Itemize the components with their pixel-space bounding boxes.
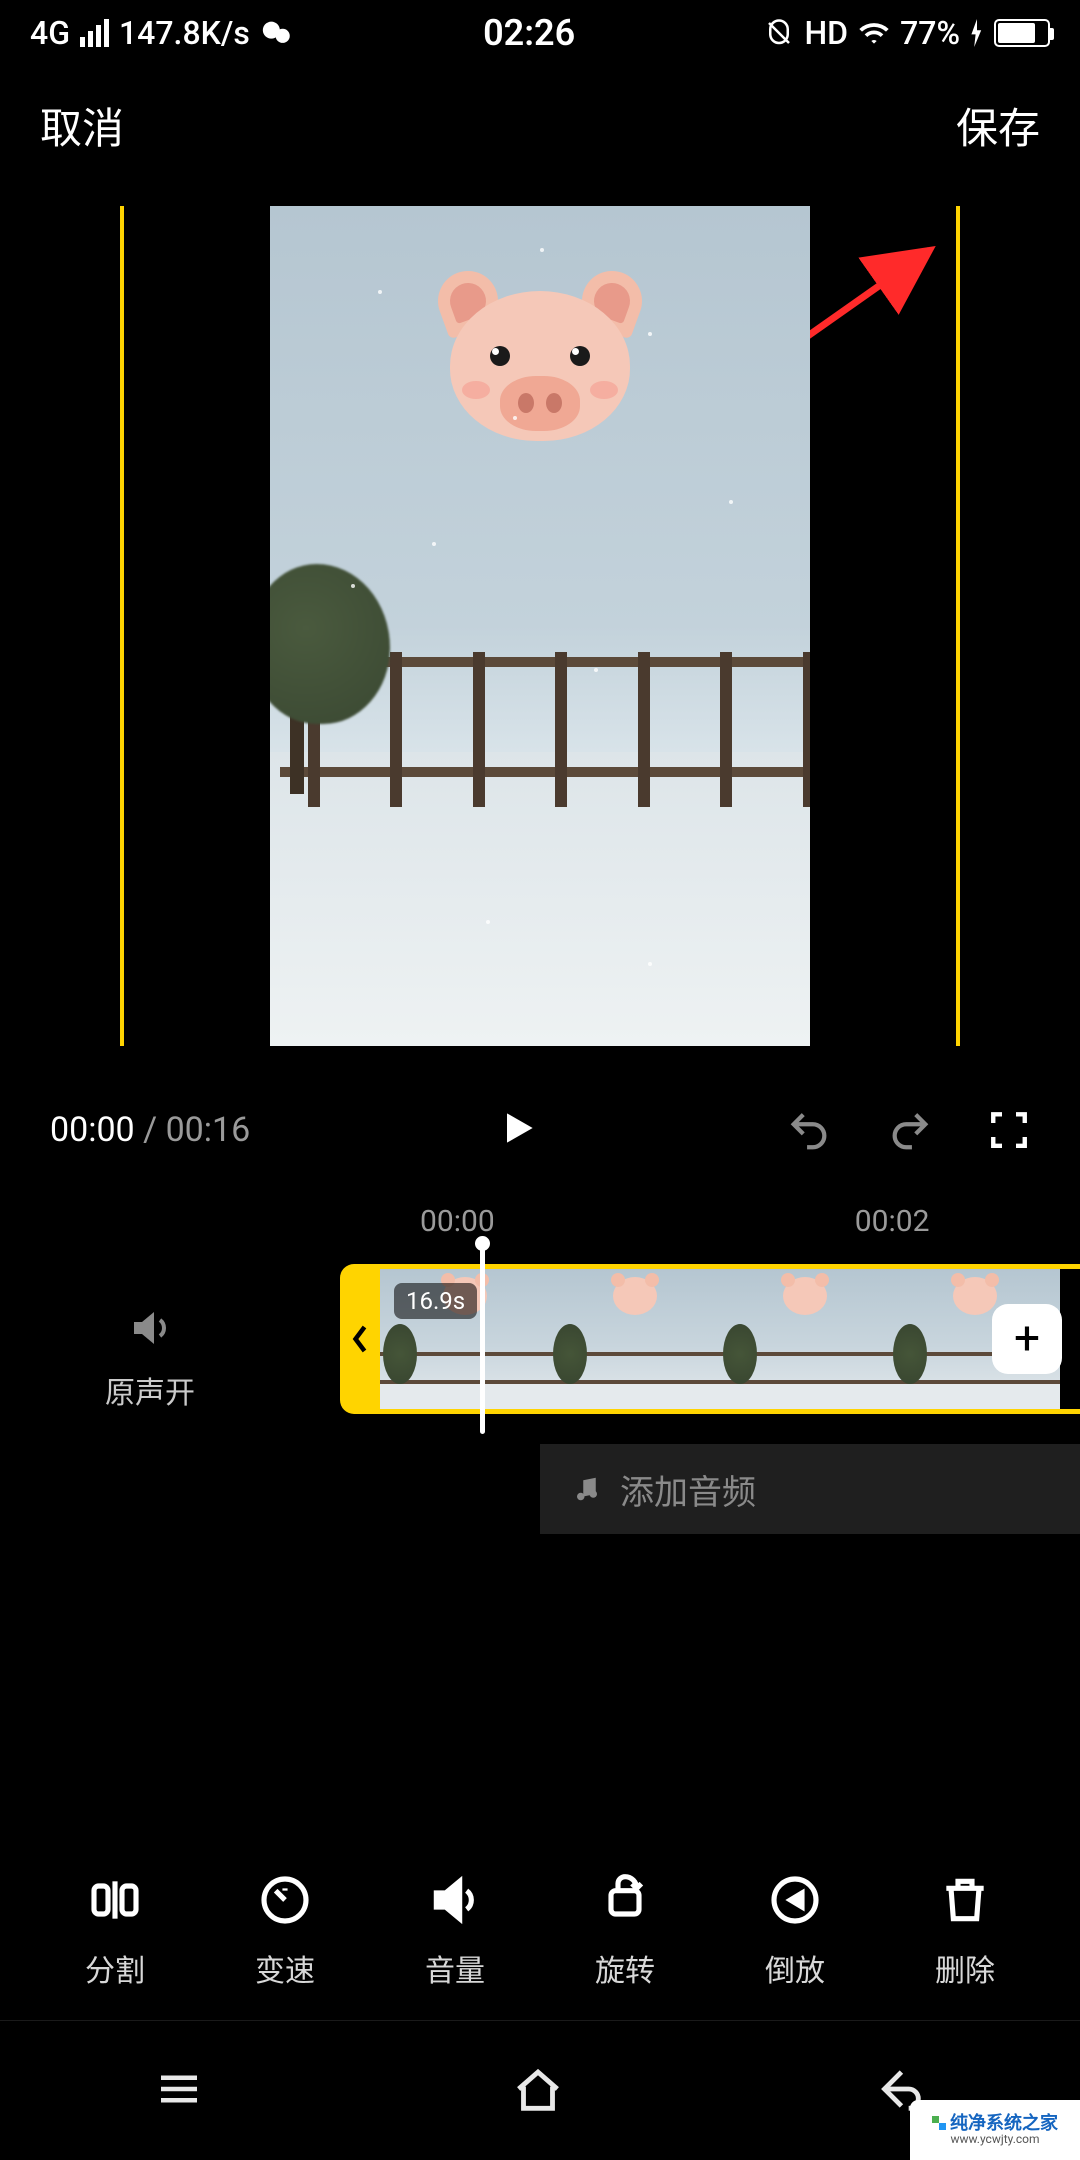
video-track[interactable]: 16.9s + [340, 1264, 1080, 1414]
battery-icon [994, 19, 1050, 47]
time-display: 00:00 / 00:16 [50, 1110, 250, 1150]
editor-header: 取消 保存 [0, 65, 1080, 206]
fullscreen-button[interactable] [988, 1109, 1030, 1151]
save-button[interactable]: 保存 [956, 95, 1040, 156]
wechat-icon [260, 16, 294, 50]
pig-sticker [440, 276, 640, 446]
tool-volume[interactable]: 音量 [425, 1872, 485, 1990]
time-ruler: 00:00 00:02 [0, 1174, 1080, 1264]
trim-bound-left[interactable] [120, 206, 124, 1046]
preview-area [120, 206, 960, 1046]
tool-rotate[interactable]: 旋转 [595, 1872, 655, 1990]
tool-reverse[interactable]: 倒放 [765, 1872, 825, 1990]
ruler-mark-1: 00:02 [855, 1204, 930, 1239]
cancel-button[interactable]: 取消 [40, 95, 124, 156]
clip-thumb[interactable] [550, 1269, 720, 1409]
clip-thumb[interactable] [720, 1269, 890, 1409]
network-type: 4G [30, 14, 70, 52]
mute-icon [764, 18, 794, 48]
timeline: 原声开 16.9s + 添加音频 [0, 1264, 1080, 1534]
network-speed: 147.8K/s [119, 14, 250, 52]
clip-duration-tag: 16.9s [394, 1283, 477, 1319]
original-sound-label: 原声开 [60, 1368, 240, 1412]
status-bar: 4G 147.8K/s 02:26 HD 77% [0, 0, 1080, 65]
trim-bound-right[interactable] [956, 206, 960, 1046]
redo-button[interactable] [887, 1107, 933, 1153]
nav-home-button[interactable] [509, 2060, 567, 2122]
tool-split[interactable]: 分割 [85, 1872, 145, 1990]
video-preview[interactable] [270, 206, 810, 1046]
status-time: 02:26 [483, 12, 575, 54]
charging-icon [970, 19, 984, 47]
playhead[interactable] [480, 1244, 485, 1434]
wifi-icon [858, 17, 890, 49]
ruler-mark-0: 00:00 [420, 1204, 495, 1239]
play-button[interactable] [496, 1106, 540, 1154]
watermark: 纯净系统之家 www.ycwjty.com [910, 2100, 1080, 2160]
clip-handle-left[interactable] [340, 1264, 380, 1414]
hd-label: HD [804, 14, 848, 52]
undo-button[interactable] [786, 1107, 832, 1153]
toolbar: 分割 变速 音量 旋转 倒放 删除 [0, 1872, 1080, 1990]
signal-icon [80, 19, 109, 47]
battery-percent: 77% [900, 14, 960, 52]
playback-controls: 00:00 / 00:16 [0, 1076, 1080, 1174]
tool-delete[interactable]: 删除 [935, 1872, 995, 1990]
tool-speed[interactable]: 变速 [255, 1872, 315, 1990]
music-note-icon [572, 1474, 602, 1504]
add-audio-button[interactable]: 添加音频 [540, 1444, 1080, 1534]
add-audio-label: 添加音频 [620, 1465, 756, 1514]
add-clip-button[interactable]: + [992, 1304, 1062, 1374]
nav-recent-button[interactable] [152, 2062, 206, 2120]
original-sound-toggle[interactable] [60, 1304, 240, 1356]
